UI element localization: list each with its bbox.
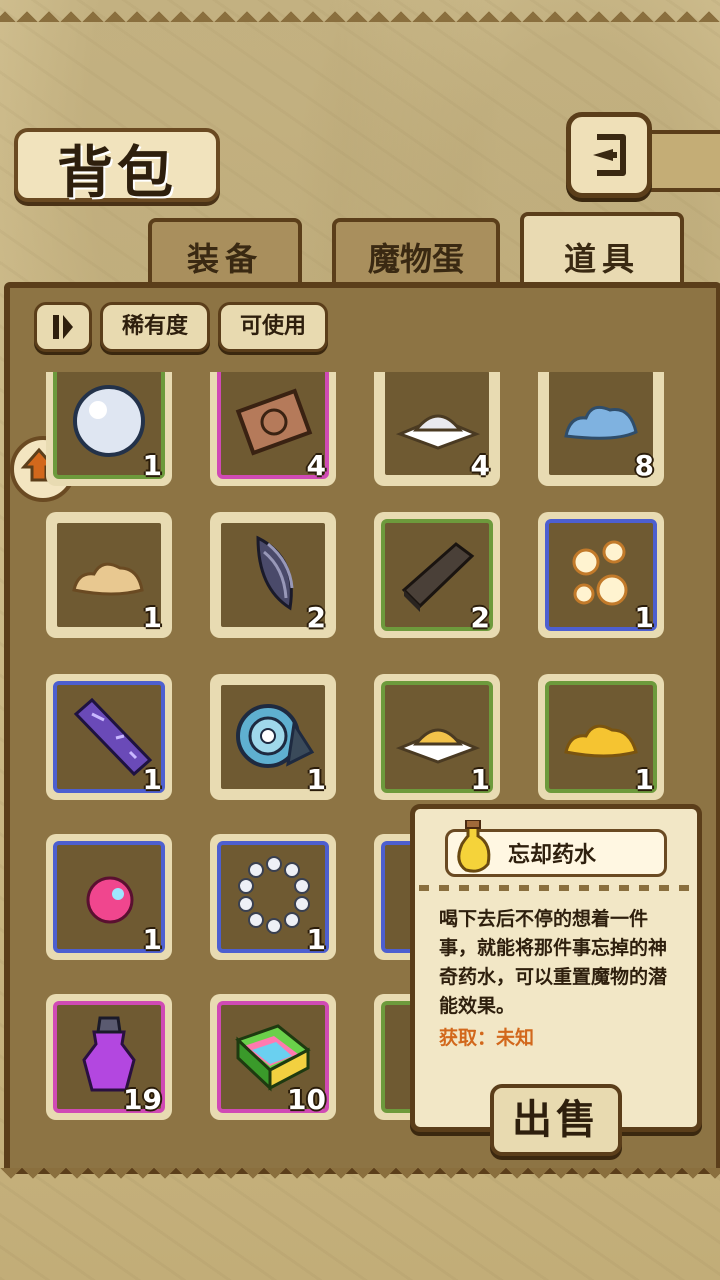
tooltip-name-plate: 忘却药水 [445, 820, 667, 877]
filter-rarity-button[interactable]: 稀有度 [100, 302, 210, 352]
item-slot-blue-slime[interactable]: 8 [538, 372, 664, 486]
item-count: 8 [634, 449, 654, 482]
back-arrow-icon [593, 134, 626, 176]
item-count: 19 [123, 1083, 162, 1116]
tab-equipment-label: 装备 [186, 240, 263, 278]
item-count: 2 [470, 601, 490, 634]
item-slot-pearl-necklace[interactable]: 1 [210, 834, 336, 960]
item-slot-rainbow-box[interactable]: 10 [210, 994, 336, 1120]
rune-card-icon [235, 388, 313, 456]
tab-items-label: 道具 [563, 240, 640, 278]
sand-pile-icon [72, 562, 144, 596]
pearl-orb-icon [73, 385, 145, 457]
item-slot-striped-seed[interactable]: 2 [210, 512, 336, 638]
item-count: 1 [142, 449, 162, 482]
tab-monster-eggs-label: 魔物蛋 [367, 240, 464, 278]
yellow-powder-icon [395, 728, 481, 764]
item-count: 2 [306, 601, 326, 634]
item-count: 10 [287, 1083, 326, 1116]
item-slot-spirit-wisps[interactable]: 1 [538, 512, 664, 638]
spirit-wisps-icon [572, 540, 628, 606]
item-slot-white-powder[interactable]: 4 [374, 372, 500, 486]
sort-toggle-button[interactable] [34, 302, 92, 352]
item-slot-rune-card[interactable]: 4 [210, 372, 336, 486]
item-count: 4 [470, 449, 490, 482]
item-count: 1 [142, 923, 162, 956]
item-slot-gold-slime[interactable]: 1 [538, 674, 664, 800]
page-title-plate: 背包 [14, 128, 220, 206]
item-slot-crystal-bar[interactable]: 1 [46, 674, 172, 800]
gold-slime-icon [564, 724, 638, 758]
bottom-border [0, 1168, 720, 1190]
item-count: 1 [470, 763, 490, 796]
item-count: 1 [306, 763, 326, 796]
tab-equipment[interactable]: 装备 [148, 218, 302, 286]
white-powder-icon [395, 414, 481, 450]
item-slot-purple-potion[interactable]: 19 [46, 994, 172, 1120]
item-slot-yellow-powder[interactable]: 1 [374, 674, 500, 800]
tooltip-item-name: 忘却药水 [508, 843, 597, 868]
tooltip-source: 获取：未知 [439, 1027, 535, 1049]
striped-seed-icon [256, 535, 294, 611]
filter-rarity-label: 稀有度 [121, 314, 188, 339]
item-count: 1 [142, 763, 162, 796]
pearl-necklace-icon [238, 856, 310, 934]
item-slot-pink-orb[interactable]: 1 [46, 834, 172, 960]
item-slot-dark-wood-plank[interactable]: 2 [374, 512, 500, 638]
page-title: 背包 [57, 141, 177, 206]
spiral-shell-icon [236, 704, 315, 768]
item-count: 1 [634, 601, 654, 634]
item-slot-spiral-shell[interactable]: 1 [210, 674, 336, 800]
pink-orb-icon [86, 876, 134, 924]
item-count: 1 [306, 923, 326, 956]
tooltip-description: 喝下去后不停的想着一件事，就能将那件事忘掉的神奇药水，可以重置魔物的潜能效果。 [439, 908, 668, 1017]
item-count: 4 [306, 449, 326, 482]
tooltip-divider [419, 885, 693, 891]
item-tooltip: 忘却药水 喝下去后不停的想着一件事，就能将那件事忘掉的神奇药水，可以重置魔物的潜… [410, 804, 702, 1132]
filter-usable-button[interactable]: 可使用 [218, 302, 328, 352]
item-slot-pearl-orb[interactable]: 1 [46, 372, 172, 486]
dark-wood-plank-icon [401, 542, 475, 612]
tab-items[interactable]: 道具 [520, 212, 684, 290]
sell-button-label: 出售 [512, 1097, 600, 1143]
tab-monster-eggs[interactable]: 魔物蛋 [332, 218, 500, 286]
sort-toggle-icon [53, 315, 73, 339]
crystal-bar-icon [73, 697, 153, 777]
item-slot-sand-pile[interactable]: 1 [46, 512, 172, 638]
item-count: 1 [142, 601, 162, 634]
back-button[interactable] [566, 112, 652, 198]
item-count: 1 [634, 763, 654, 796]
forget-potion-icon [457, 820, 491, 873]
back-button-rail [640, 130, 720, 192]
filter-usable-label: 可使用 [239, 314, 306, 339]
blue-slime-icon [564, 405, 638, 440]
sell-button[interactable]: 出售 [490, 1084, 622, 1156]
top-border [0, 0, 720, 22]
